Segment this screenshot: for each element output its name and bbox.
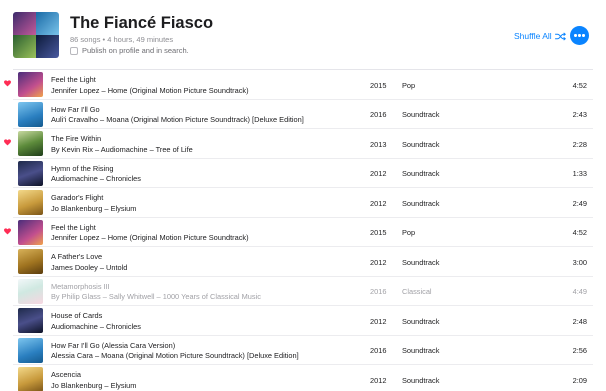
- track-artwork[interactable]: [18, 367, 43, 391]
- track-artwork[interactable]: [18, 337, 43, 363]
- track-genre: Pop: [402, 80, 416, 90]
- track-genre: Classical: [402, 287, 432, 296]
- track-row[interactable]: A Father's Love James Dooley – Untold 2012…: [13, 247, 593, 277]
- track-duration: 2:09: [572, 375, 587, 385]
- track-row[interactable]: The Fire Within By Kevin Rix – Audiomachi…: [4, 129, 593, 159]
- track-artwork[interactable]: [18, 278, 43, 304]
- track-year: 2013: [370, 139, 387, 149]
- track-genre: Soundtrack: [402, 346, 440, 355]
- track-row[interactable]: Feel the Light Jennifer Lopez – Home (Ori…: [4, 218, 593, 247]
- track-genre: Soundtrack: [402, 139, 440, 149]
- publish-toggle[interactable]: Publish on profile and in search.: [70, 46, 189, 55]
- playlist-title[interactable]: The Fiancé Fiasco: [70, 14, 213, 33]
- track-name[interactable]: Feel the Light: [51, 223, 96, 232]
- heart-icon[interactable]: [4, 139, 11, 146]
- track-artwork[interactable]: [18, 160, 43, 186]
- track-artwork[interactable]: [18, 72, 43, 97]
- track-year: 2016: [370, 110, 387, 119]
- track-duration: 2:56: [572, 346, 587, 355]
- track-duration: 4:49: [572, 287, 587, 296]
- artwork-tile: [36, 12, 59, 35]
- track-artist-album[interactable]: James Dooley – Untold: [51, 263, 127, 272]
- track-name[interactable]: How Far I'll Go: [51, 105, 100, 114]
- track-year: 2012: [370, 375, 387, 385]
- track-genre: Pop: [402, 228, 416, 237]
- track-name[interactable]: Ascencia: [51, 370, 81, 379]
- track-artwork[interactable]: [18, 101, 43, 127]
- publish-label: Publish on profile and in search.: [82, 46, 189, 55]
- track-duration: 3:00: [572, 257, 587, 267]
- track-row[interactable]: How Far I'll Go Auli'i Cravalho – Moana (…: [13, 100, 593, 129]
- artwork-tile: [13, 35, 36, 58]
- track-artwork[interactable]: [18, 249, 43, 274]
- track-year: 2012: [370, 257, 387, 267]
- track-artwork[interactable]: [18, 190, 43, 215]
- track-name[interactable]: Garador's Flight: [51, 193, 103, 202]
- track-list: Feel the Light Jennifer Lopez – Home (Ori…: [0, 70, 606, 391]
- track-duration: 2:48: [572, 316, 587, 326]
- playlist-artwork[interactable]: [13, 12, 59, 58]
- more-button[interactable]: [570, 26, 589, 45]
- track-duration: 4:52: [572, 80, 587, 90]
- track-genre: Soundtrack: [402, 316, 440, 326]
- track-genre: Soundtrack: [402, 257, 440, 267]
- track-artist-album[interactable]: Audiomachine – Chronicles: [51, 174, 141, 183]
- track-artist-album[interactable]: By Kevin Rix – Audiomachine – Tree of Li…: [51, 145, 193, 154]
- track-name[interactable]: Hymn of the Rising: [51, 164, 113, 173]
- track-genre: Soundtrack: [402, 110, 440, 119]
- track-artist-album[interactable]: Jo Blankenburg – Elysium: [51, 204, 136, 213]
- playlist-meta: 86 songs • 4 hours, 49 minutes: [70, 35, 174, 44]
- track-duration: 2:49: [572, 198, 587, 208]
- track-artwork[interactable]: [18, 131, 43, 156]
- track-year: 2012: [370, 198, 387, 208]
- track-row[interactable]: How Far I'll Go (Alessia Cara Version) Al…: [13, 336, 593, 365]
- track-year: 2012: [370, 316, 387, 326]
- track-duration: 2:43: [572, 110, 587, 119]
- track-genre: Soundtrack: [402, 375, 440, 385]
- track-duration: 1:33: [572, 169, 587, 178]
- track-year: 2012: [370, 169, 387, 178]
- playlist-header: The Fiancé Fiasco 86 songs • 4 hours, 49…: [0, 0, 606, 70]
- more-icon-dot: [582, 34, 585, 37]
- track-name[interactable]: A Father's Love: [51, 252, 102, 261]
- artwork-tile: [36, 35, 59, 58]
- heart-icon[interactable]: [4, 80, 11, 87]
- artwork-tile: [13, 12, 36, 35]
- shuffle-icon: [554, 32, 566, 40]
- track-name[interactable]: Metamorphosis III: [51, 282, 110, 291]
- track-artwork[interactable]: [18, 308, 43, 333]
- track-artist-album[interactable]: Audiomachine – Chronicles: [51, 322, 141, 331]
- track-artist-album[interactable]: Jo Blankenburg – Elysium: [51, 381, 136, 390]
- track-artist-album[interactable]: By Philip Glass – Sally Whitwell – 1000 …: [51, 292, 261, 301]
- track-year: 2016: [370, 346, 387, 355]
- track-year: 2015: [370, 228, 387, 237]
- track-artist-album[interactable]: Auli'i Cravalho – Moana (Original Motion…: [51, 115, 304, 124]
- track-artist-album[interactable]: Alessia Cara – Moana (Original Motion Pi…: [51, 351, 299, 360]
- track-row[interactable]: Feel the Light Jennifer Lopez – Home (Ori…: [4, 70, 593, 100]
- track-row[interactable]: Garador's Flight Jo Blankenburg – Elysium…: [13, 188, 593, 218]
- track-row[interactable]: Metamorphosis III By Philip Glass – Sally…: [13, 277, 593, 306]
- track-artist-album[interactable]: Jennifer Lopez – Home (Original Motion P…: [51, 233, 249, 242]
- track-duration: 4:52: [572, 228, 587, 237]
- track-row[interactable]: Ascencia Jo Blankenburg – Elysium 2012 Soun…: [13, 365, 593, 391]
- track-genre: Soundtrack: [402, 169, 440, 178]
- heart-icon[interactable]: [4, 227, 11, 235]
- track-name[interactable]: Feel the Light: [51, 75, 96, 84]
- shuffle-all-button[interactable]: Shuffle All: [514, 31, 566, 41]
- track-name[interactable]: How Far I'll Go (Alessia Cara Version): [51, 341, 175, 350]
- track-year: 2016: [370, 287, 387, 296]
- track-duration: 2:28: [572, 139, 587, 149]
- track-artist-album[interactable]: Jennifer Lopez – Home (Original Motion P…: [51, 86, 249, 95]
- track-name[interactable]: The Fire Within: [51, 134, 101, 143]
- track-name[interactable]: House of Cards: [51, 311, 102, 320]
- track-artwork[interactable]: [18, 219, 43, 245]
- track-row[interactable]: Hymn of the Rising Audiomachine – Chronic…: [13, 159, 593, 188]
- track-row[interactable]: House of Cards Audiomachine – Chronicles 2…: [13, 306, 593, 336]
- more-icon-dot: [578, 34, 581, 37]
- checkbox-icon[interactable]: [70, 46, 78, 55]
- track-genre: Soundtrack: [402, 198, 440, 208]
- more-icon-dot: [574, 34, 577, 37]
- track-year: 2015: [370, 80, 387, 90]
- shuffle-all-label: Shuffle All: [514, 31, 552, 41]
